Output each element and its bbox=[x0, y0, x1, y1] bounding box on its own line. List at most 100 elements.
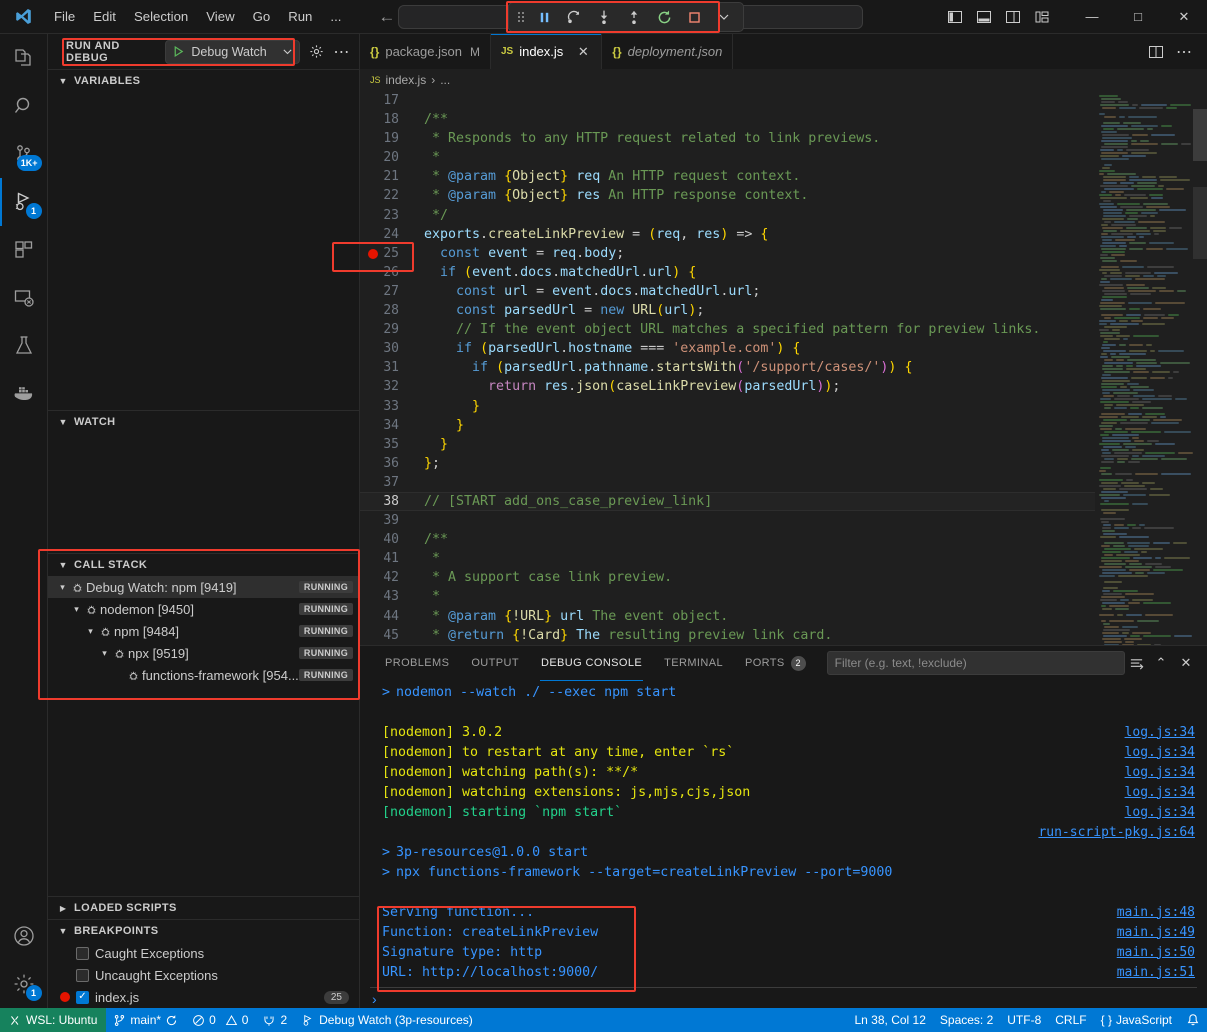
activitybar-item-testing[interactable] bbox=[0, 322, 48, 370]
code-text[interactable] bbox=[412, 91, 1095, 110]
line-number[interactable]: 17 bbox=[360, 91, 412, 110]
call-stack-row[interactable]: ▾npm [9484]RUNNING bbox=[48, 620, 359, 642]
console-source-link[interactable]: run-script-pkg.js:64 bbox=[1038, 823, 1195, 843]
code-line[interactable]: 45 * @return {!Card} The resulting previ… bbox=[360, 626, 1095, 645]
console-source-link[interactable]: log.js:34 bbox=[1125, 743, 1195, 763]
code-line[interactable]: 22 * @param {Object} res An HTTP respons… bbox=[360, 186, 1095, 205]
minimap-slider[interactable] bbox=[1193, 187, 1207, 259]
window-minimize-button[interactable]: — bbox=[1069, 0, 1115, 34]
line-number[interactable]: 27 bbox=[360, 282, 412, 301]
line-number[interactable]: 32 bbox=[360, 377, 412, 396]
breakpoint-row[interactable]: Caught Exceptions bbox=[48, 942, 359, 964]
code-text[interactable]: /** bbox=[412, 530, 1095, 549]
line-number[interactable]: 18 bbox=[360, 110, 412, 129]
menu-run[interactable]: Run bbox=[280, 6, 320, 27]
customize-layout-icon[interactable] bbox=[1029, 4, 1055, 30]
console-source-link[interactable]: log.js:34 bbox=[1125, 803, 1195, 823]
line-number[interactable]: 43 bbox=[360, 587, 412, 606]
menu-view[interactable]: View bbox=[198, 6, 242, 27]
code-line[interactable]: 28 const parsedUrl = new URL(url); bbox=[360, 301, 1095, 320]
code-text[interactable]: * @return {!Card} The resulting preview … bbox=[412, 626, 1095, 645]
line-number[interactable]: 37 bbox=[360, 473, 412, 492]
window-maximize-button[interactable]: □ bbox=[1115, 0, 1161, 34]
console-source-link[interactable]: log.js:34 bbox=[1125, 763, 1195, 783]
console-source-link[interactable]: main.js:48 bbox=[1117, 903, 1195, 923]
loaded-scripts-section-header[interactable]: ▶ LOADED SCRIPTS bbox=[48, 897, 359, 919]
line-number[interactable]: 26 bbox=[360, 263, 412, 282]
code-text[interactable]: * bbox=[412, 549, 1095, 568]
call-stack-row[interactable]: functions-framework [954...RUNNING bbox=[48, 664, 359, 686]
code-text[interactable]: * bbox=[412, 587, 1095, 606]
code-text[interactable]: } bbox=[412, 416, 1095, 435]
step-into-button[interactable] bbox=[589, 4, 619, 30]
split-editor-icon[interactable] bbox=[1143, 39, 1169, 65]
code-line[interactable]: 32 return res.json(caseLinkPreview(parse… bbox=[360, 377, 1095, 396]
chevron-down-icon[interactable]: ▾ bbox=[84, 626, 97, 637]
line-number[interactable]: 29 bbox=[360, 320, 412, 339]
code-line[interactable]: 18/** bbox=[360, 110, 1095, 129]
editor-tab-actions[interactable]: ⋯ bbox=[1143, 34, 1207, 69]
console-filter-input[interactable]: Filter (e.g. text, !exclude) bbox=[827, 651, 1125, 675]
line-number[interactable]: 25 bbox=[360, 244, 412, 263]
restart-button[interactable] bbox=[649, 4, 679, 30]
menu-file[interactable]: File bbox=[46, 6, 83, 27]
editor-tab-package-json[interactable]: {}package.jsonM bbox=[360, 34, 491, 69]
code-text[interactable]: /** bbox=[412, 110, 1095, 129]
code-text[interactable]: if (parsedUrl.pathname.startsWith('/supp… bbox=[412, 358, 1095, 377]
code-text[interactable] bbox=[412, 511, 1095, 530]
code-text[interactable]: // If the event object URL matches a spe… bbox=[412, 320, 1095, 339]
code-line[interactable]: 20 * bbox=[360, 148, 1095, 167]
code-line[interactable]: 37 bbox=[360, 473, 1095, 492]
activitybar-item-explorer[interactable] bbox=[0, 34, 48, 82]
code-text[interactable]: * @param {Object} req An HTTP request co… bbox=[412, 167, 1095, 186]
line-number[interactable]: 36 bbox=[360, 454, 412, 473]
step-out-button[interactable] bbox=[619, 4, 649, 30]
line-number[interactable]: 40 bbox=[360, 530, 412, 549]
line-number[interactable]: 41 bbox=[360, 549, 412, 568]
status-debug-session[interactable]: Debug Watch (3p-resources) bbox=[294, 1008, 480, 1032]
code-text[interactable]: }; bbox=[412, 454, 1095, 473]
line-number[interactable]: 44 bbox=[360, 607, 412, 626]
code-line[interactable]: 27 const url = event.docs.matchedUrl.url… bbox=[360, 282, 1095, 301]
code-line[interactable]: 34 } bbox=[360, 416, 1095, 435]
minimap[interactable] bbox=[1095, 91, 1207, 645]
line-number[interactable]: 35 bbox=[360, 435, 412, 454]
activitybar-item-settings[interactable]: 1 bbox=[0, 960, 48, 1008]
editor-scrollbar-thumb[interactable] bbox=[1193, 109, 1207, 161]
code-line[interactable]: 17 bbox=[360, 91, 1095, 110]
code-text[interactable]: const parsedUrl = new URL(url); bbox=[412, 301, 1095, 320]
status-remote-host[interactable]: WSL: Ubuntu bbox=[0, 1008, 106, 1032]
code-text[interactable]: } bbox=[412, 435, 1095, 454]
line-number[interactable]: 34 bbox=[360, 416, 412, 435]
code-scroll-area[interactable]: 17 18/**19 * Responds to any HTTP reques… bbox=[360, 91, 1095, 645]
code-text[interactable] bbox=[412, 473, 1095, 492]
console-source-link[interactable]: main.js:50 bbox=[1117, 943, 1195, 963]
line-number[interactable]: 23 bbox=[360, 206, 412, 225]
close-icon[interactable]: ✕ bbox=[1175, 652, 1197, 674]
chevron-down-icon[interactable]: ▾ bbox=[98, 648, 111, 659]
menu-go[interactable]: Go bbox=[245, 6, 279, 27]
chevron-down-icon[interactable] bbox=[709, 4, 739, 30]
code-text[interactable]: const event = req.body; bbox=[412, 244, 1095, 263]
variables-section-header[interactable]: ▼ VARIABLES bbox=[48, 70, 359, 92]
activitybar-item-accounts[interactable] bbox=[0, 912, 48, 960]
editor-breakpoint-icon[interactable] bbox=[368, 249, 378, 259]
line-number[interactable]: 28 bbox=[360, 301, 412, 320]
activitybar-item-source-control[interactable]: 1K+ bbox=[0, 130, 48, 178]
code-text[interactable]: exports.createLinkPreview = (req, res) =… bbox=[412, 225, 1095, 244]
menu-overflow[interactable]: ... bbox=[322, 6, 349, 27]
activitybar-item-docker[interactable] bbox=[0, 370, 48, 418]
panel-tab-debug-console[interactable]: DEBUG CONSOLE bbox=[530, 646, 653, 681]
panel-tab-ports[interactable]: PORTS2 bbox=[734, 646, 817, 681]
menu-bar[interactable]: File Edit Selection View Go Run ... bbox=[46, 6, 349, 27]
debug-toolbar[interactable] bbox=[508, 2, 744, 32]
status-cursor-position[interactable]: Ln 38, Col 12 bbox=[848, 1008, 933, 1032]
status-eol[interactable]: CRLF bbox=[1048, 1008, 1093, 1032]
line-number[interactable]: 42 bbox=[360, 568, 412, 587]
menu-selection[interactable]: Selection bbox=[126, 6, 196, 27]
code-text[interactable]: * Responds to any HTTP request related t… bbox=[412, 129, 1095, 148]
panel-tab-terminal[interactable]: TERMINAL bbox=[653, 646, 734, 681]
call-stack-row[interactable]: ▾npx [9519]RUNNING bbox=[48, 642, 359, 664]
code-line[interactable]: 31 if (parsedUrl.pathname.startsWith('/s… bbox=[360, 358, 1095, 377]
line-number[interactable]: 21 bbox=[360, 167, 412, 186]
